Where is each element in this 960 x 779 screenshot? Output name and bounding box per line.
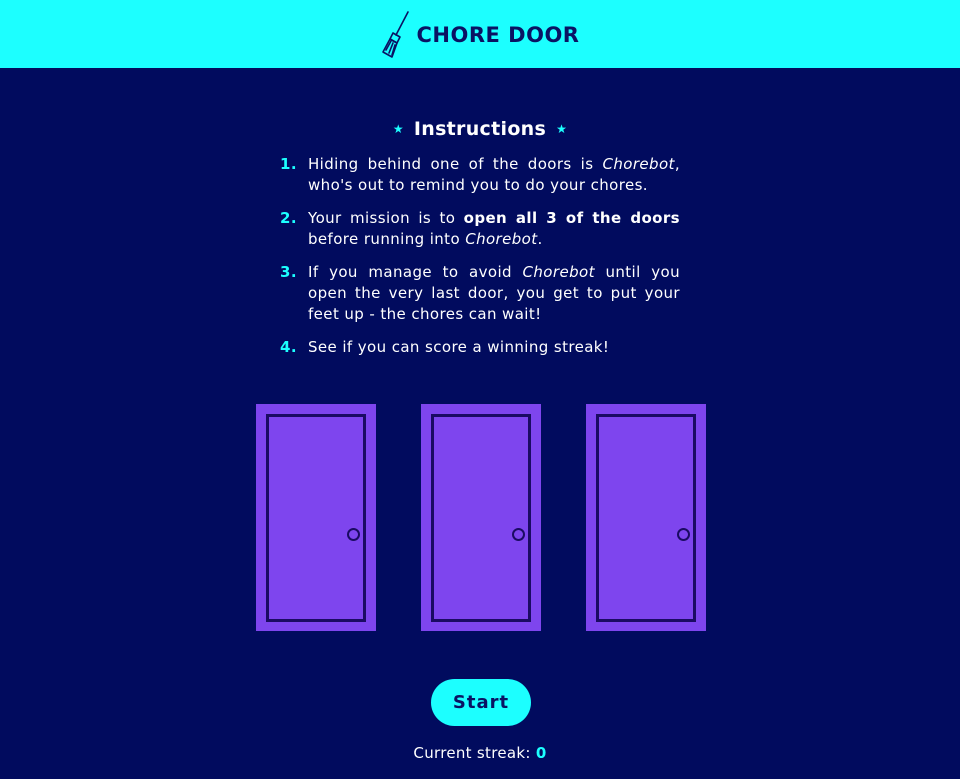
door-2[interactable]	[421, 404, 541, 631]
instruction-text-part: Chorebot	[465, 230, 538, 248]
streak-value: 0	[535, 744, 547, 762]
instruction-item: 1. Hiding behind one of the doors is Chor…	[280, 154, 680, 196]
door-knob-icon	[347, 528, 360, 541]
instruction-text-part: Chorebot	[522, 263, 595, 281]
instruction-number: 1.	[280, 155, 297, 173]
instruction-item: 4. See if you can score a winning streak!	[280, 337, 680, 358]
door-knob-icon	[677, 528, 690, 541]
star-icon: ★	[392, 122, 404, 136]
instruction-text: Your mission is to open all 3 of the doo…	[308, 208, 680, 250]
start-button[interactable]: Start	[431, 679, 531, 726]
instruction-text-part: If you manage to avoid	[308, 263, 523, 281]
instruction-text-part: open all 3 of the doors	[463, 209, 681, 227]
streak-display: Current streak: 0	[0, 744, 960, 762]
instruction-text-part: before running into	[308, 230, 466, 248]
instruction-number: 4.	[280, 338, 297, 356]
door-panel	[596, 414, 696, 622]
door-panel	[431, 414, 531, 622]
broom-icon	[381, 11, 409, 58]
instruction-item: 2. Your mission is to open all 3 of the d…	[280, 208, 680, 250]
instruction-text-part: Your mission is to	[308, 209, 464, 227]
instructions-heading: ★ Instructions ★	[280, 118, 680, 140]
instruction-text: See if you can score a winning streak!	[308, 337, 680, 358]
instructions-panel: ★ Instructions ★ 1. Hiding behind one of …	[280, 118, 680, 370]
app-header: CHORE DOOR	[0, 0, 960, 68]
instruction-text-part: Chorebot	[602, 155, 675, 173]
door-3[interactable]	[586, 404, 706, 631]
instruction-text: If you manage to avoid Chorebot until yo…	[308, 262, 680, 325]
instruction-item: 3. If you manage to avoid Chorebot until …	[280, 262, 680, 325]
instruction-text-part: .	[537, 230, 543, 248]
instruction-text-part: Hiding behind one of the doors is	[308, 155, 603, 173]
door-panel	[266, 414, 366, 622]
instruction-text: Hiding behind one of the doors is Choreb…	[308, 154, 680, 196]
streak-label: Current streak:	[413, 744, 531, 762]
door-1[interactable]	[256, 404, 376, 631]
instruction-number: 2.	[280, 209, 297, 227]
instructions-list: 1. Hiding behind one of the doors is Chor…	[280, 154, 680, 358]
door-knob-icon	[512, 528, 525, 541]
instruction-number: 3.	[280, 263, 297, 281]
star-icon: ★	[556, 122, 568, 136]
instructions-title: Instructions	[413, 118, 547, 140]
app-title: CHORE DOOR	[416, 23, 580, 47]
instruction-text-part: See if you can score a winning streak!	[308, 338, 610, 356]
